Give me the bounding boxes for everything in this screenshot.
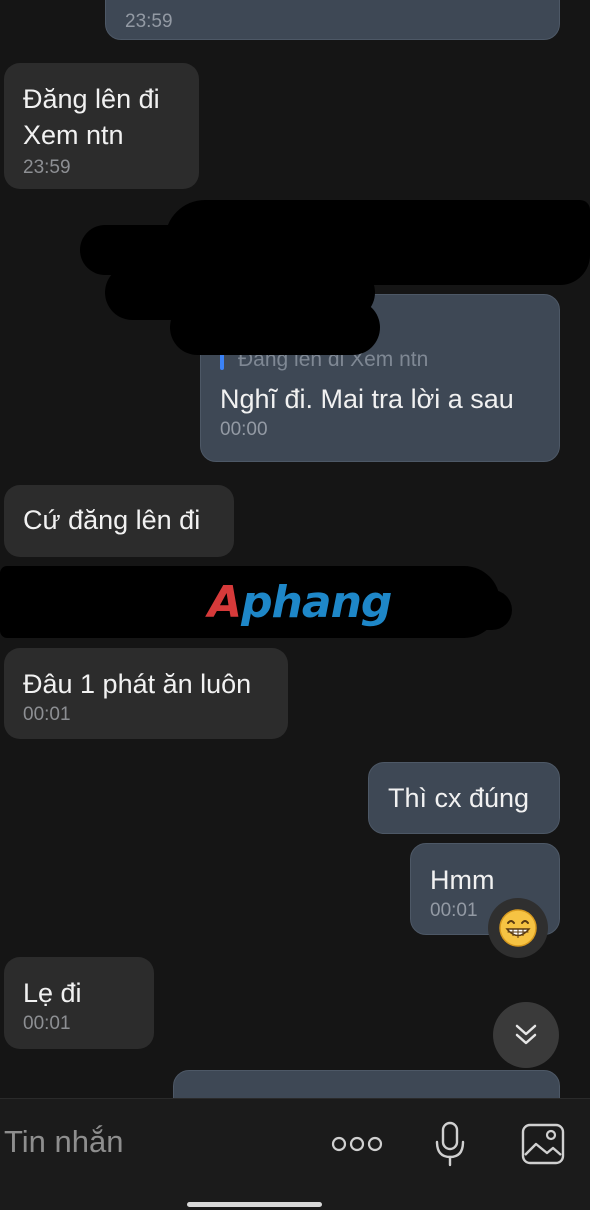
message-time: 00:01 [23,1013,71,1034]
message-time: 23:59 [125,11,173,32]
message-bubble-incoming[interactable]: Lẹ đi 00:01 [4,957,154,1049]
message-input[interactable]: Tin nhắn [4,1124,124,1160]
grinning-face-emoji-icon[interactable] [488,898,548,958]
watermark-text: phang [241,577,392,628]
image-gallery-button[interactable] [518,1120,568,1168]
image-gallery-icon [521,1123,565,1165]
redaction-mark [170,300,380,355]
message-bubble-outgoing[interactable]: 23:59 [105,0,560,40]
chat-screen: 23:59 Đăng lên đi Xem ntn 23:59 Đăng lên… [0,0,590,1210]
message-time: 00:01 [23,704,71,725]
message-text: Nghĩ đi. Mai tra lời a sau [220,384,514,414]
message-text: Thì cx đúng [388,783,530,813]
scroll-to-bottom-button[interactable] [493,1002,559,1068]
message-text: Xem ntn [23,120,124,150]
more-options-button[interactable] [330,1128,384,1160]
more-dots-icon [331,1136,383,1152]
message-bubble-outgoing[interactable]: Thì cx đúng [368,762,560,834]
watermark-logo: Aphang [208,577,392,628]
message-time: 00:00 [220,419,268,440]
message-bubble-incoming[interactable]: Đăng lên đi Xem ntn 23:59 [4,63,199,189]
microphone-icon [435,1121,465,1167]
message-time: 23:59 [23,157,71,178]
redaction-mark [440,590,512,630]
voice-record-button[interactable] [430,1118,470,1170]
home-indicator[interactable] [187,1202,322,1207]
message-text: Cứ đăng lên đi [23,505,201,535]
watermark-initial: A [208,577,242,628]
message-text: Hmm [430,865,495,895]
double-chevron-down-icon [515,1024,537,1045]
message-bubble-incoming[interactable]: Đâu 1 phát ăn luôn 00:01 [4,648,288,739]
message-bubble-incoming[interactable]: Cứ đăng lên đi [4,485,234,557]
message-text: Đăng lên đi [23,84,160,114]
message-text: Lẹ đi [23,978,82,1008]
grinning-face-emoji-graphic [499,909,537,947]
message-text: Đâu 1 phát ăn luôn [23,669,252,699]
